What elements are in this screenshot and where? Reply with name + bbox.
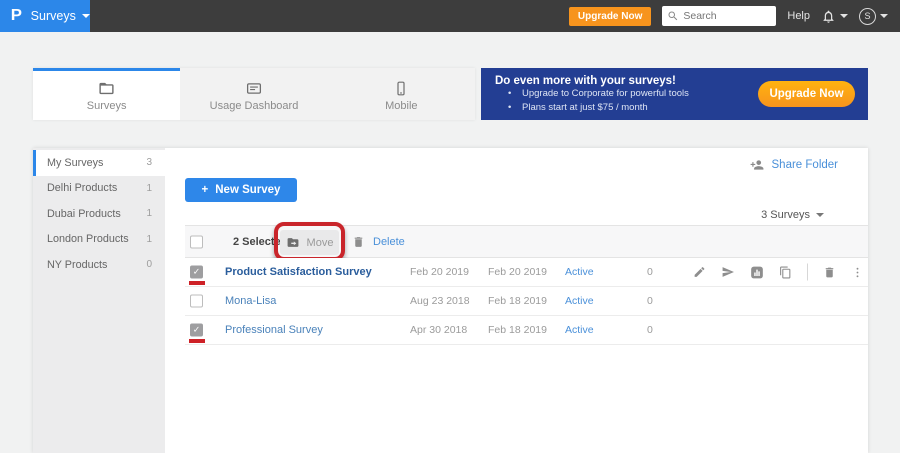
share-folder-label: Share Folder bbox=[772, 159, 838, 171]
banner-upgrade-button[interactable]: Upgrade Now bbox=[758, 81, 855, 107]
plus-icon: + bbox=[202, 184, 209, 196]
modified-date: Feb 20 2019 bbox=[488, 266, 547, 278]
row-checkbox[interactable] bbox=[190, 295, 203, 308]
delete-label: Delete bbox=[373, 236, 405, 248]
chevron-down-icon bbox=[840, 14, 848, 18]
account-menu[interactable]: S bbox=[859, 8, 888, 25]
annotation-checkbox-underline bbox=[189, 339, 205, 343]
chevron-down-icon bbox=[82, 14, 90, 18]
tab-mobile[interactable]: Mobile bbox=[328, 68, 475, 120]
folder-label: London Products bbox=[47, 233, 129, 245]
folders-sidebar: My Surveys 3 Delhi Products 1 Dubai Prod… bbox=[33, 148, 165, 453]
folder-count: 1 bbox=[146, 183, 152, 194]
product-switcher[interactable]: Surveys bbox=[31, 9, 90, 23]
tab-label: Mobile bbox=[385, 100, 417, 112]
status-link[interactable]: Active bbox=[565, 324, 594, 336]
sidebar-item-dubai-products[interactable]: Dubai Products 1 bbox=[33, 201, 165, 227]
help-link[interactable]: Help bbox=[787, 10, 810, 22]
created-date: Apr 30 2018 bbox=[410, 324, 467, 336]
survey-name-link[interactable]: Mona-Lisa bbox=[225, 295, 276, 307]
notifications-menu[interactable] bbox=[821, 9, 848, 24]
surveys-count-label: 3 Surveys bbox=[761, 209, 810, 221]
select-all-checkbox[interactable] bbox=[190, 235, 203, 248]
folder-label: Dubai Products bbox=[47, 208, 121, 220]
topbar: P Surveys Upgrade Now Help S bbox=[0, 0, 900, 32]
search-icon bbox=[667, 10, 679, 22]
responses-count: 0 bbox=[647, 324, 653, 336]
topbar-right: Upgrade Now Help S bbox=[569, 6, 900, 26]
brand-logo-block[interactable]: P Surveys bbox=[0, 0, 90, 32]
edit-pencil-icon[interactable] bbox=[693, 266, 706, 279]
surveys-count-dropdown[interactable]: 3 Surveys bbox=[761, 209, 824, 221]
more-options-icon[interactable] bbox=[851, 265, 864, 279]
created-date: Feb 20 2019 bbox=[410, 266, 469, 278]
status-link[interactable]: Active bbox=[565, 266, 594, 278]
folder-count: 0 bbox=[146, 259, 152, 270]
survey-list: 2 Selected Move Delete ✓ Product Satisfa… bbox=[185, 225, 868, 345]
annotation-checkbox-underline bbox=[189, 281, 205, 285]
avatar: S bbox=[859, 8, 876, 25]
sidebar-item-ny-products[interactable]: NY Products 0 bbox=[33, 252, 165, 278]
row-checkbox[interactable]: ✓ bbox=[190, 266, 203, 279]
table-row: Mona-Lisa Aug 23 2018 Feb 18 2019 Active… bbox=[185, 287, 868, 316]
folder-count: 1 bbox=[146, 208, 152, 219]
chevron-down-icon bbox=[816, 213, 824, 217]
proprofs-logo-icon: P bbox=[11, 7, 22, 25]
smartphone-icon bbox=[393, 80, 409, 97]
sidebar-item-london-products[interactable]: London Products 1 bbox=[33, 227, 165, 253]
modified-date: Feb 18 2019 bbox=[488, 324, 547, 336]
trash-icon bbox=[352, 235, 365, 249]
product-switcher-label: Surveys bbox=[31, 9, 76, 23]
row-actions bbox=[693, 264, 864, 281]
responses-count: 0 bbox=[647, 266, 653, 278]
folder-count: 1 bbox=[146, 234, 152, 245]
new-survey-label: New Survey bbox=[215, 184, 280, 196]
folder-move-icon bbox=[286, 236, 300, 249]
duplicate-copy-icon[interactable] bbox=[779, 265, 792, 279]
folder-label: My Surveys bbox=[47, 157, 103, 169]
folder-icon bbox=[98, 80, 115, 97]
table-row: ✓ Professional Survey Apr 30 2018 Feb 18… bbox=[185, 316, 868, 345]
folder-label: Delhi Products bbox=[47, 182, 117, 194]
chevron-down-icon bbox=[880, 14, 888, 18]
move-button[interactable]: Move bbox=[280, 230, 339, 255]
created-date: Aug 23 2018 bbox=[410, 295, 470, 307]
row-checkbox[interactable]: ✓ bbox=[190, 324, 203, 337]
folder-count: 3 bbox=[146, 157, 152, 168]
bell-icon bbox=[821, 9, 836, 24]
reports-chart-icon[interactable] bbox=[750, 265, 764, 279]
modified-date: Feb 18 2019 bbox=[488, 295, 547, 307]
status-link[interactable]: Active bbox=[565, 295, 594, 307]
bulk-actions-toolbar: 2 Selected Move Delete bbox=[185, 225, 868, 258]
delete-button[interactable]: Delete bbox=[352, 235, 405, 249]
upgrade-banner: Do even more with your surveys! Upgrade … bbox=[481, 68, 868, 120]
responses-count: 0 bbox=[647, 295, 653, 307]
table-row: ✓ Product Satisfaction Survey Feb 20 201… bbox=[185, 258, 868, 287]
survey-name-link[interactable]: Professional Survey bbox=[225, 324, 323, 336]
new-survey-button[interactable]: + New Survey bbox=[185, 178, 297, 202]
section-tabs: Surveys Usage Dashboard Mobile bbox=[33, 68, 475, 120]
divider bbox=[807, 264, 808, 281]
folder-label: NY Products bbox=[47, 259, 107, 271]
search-box[interactable] bbox=[662, 6, 776, 26]
trash-icon[interactable] bbox=[823, 265, 836, 279]
tab-label: Usage Dashboard bbox=[210, 100, 299, 112]
survey-name-link[interactable]: Product Satisfaction Survey bbox=[225, 266, 372, 278]
tab-surveys[interactable]: Surveys bbox=[33, 68, 180, 120]
person-add-icon bbox=[749, 158, 765, 172]
surveys-panel: My Surveys 3 Delhi Products 1 Dubai Prod… bbox=[33, 148, 868, 453]
tab-label: Surveys bbox=[87, 100, 127, 112]
sidebar-item-delhi-products[interactable]: Delhi Products 1 bbox=[33, 176, 165, 202]
sidebar-item-my-surveys[interactable]: My Surveys 3 bbox=[33, 150, 165, 176]
move-label: Move bbox=[307, 237, 334, 249]
share-folder-link[interactable]: Share Folder bbox=[749, 158, 838, 172]
dashboard-icon bbox=[245, 80, 263, 97]
send-plane-icon[interactable] bbox=[721, 266, 735, 279]
upgrade-now-button[interactable]: Upgrade Now bbox=[569, 7, 651, 26]
search-input[interactable] bbox=[683, 10, 771, 22]
tab-usage-dashboard[interactable]: Usage Dashboard bbox=[180, 68, 327, 120]
